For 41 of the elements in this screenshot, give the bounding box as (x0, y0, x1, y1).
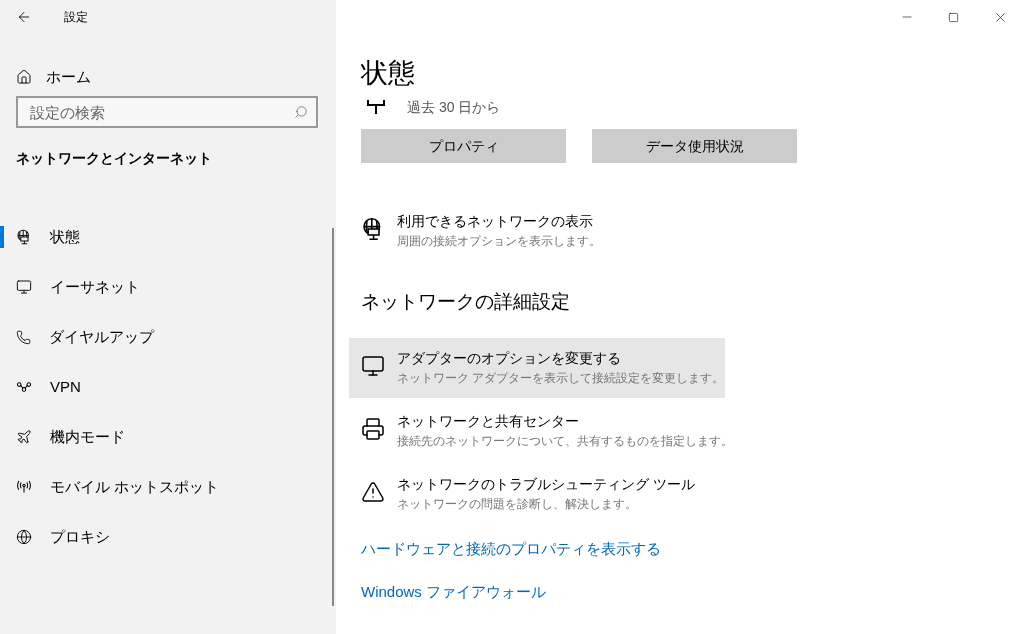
section-heading: ネットワークとインターネット (15, 149, 213, 168)
link[interactable]: ハードウェアと接続のプロパティを表示する (361, 537, 661, 560)
warning-icon (361, 479, 385, 504)
nav-item[interactable]: 状態 (0, 220, 336, 254)
settings-link-row[interactable]: ネットワークのトラブルシューティング ツール ネットワークの問題を診断し、解決します。 (349, 463, 725, 524)
settings-link-row[interactable]: アダプターのオプションを変更する ネットワーク アダプターを表示して接続設定を変更します。 (349, 337, 725, 398)
globe-monitor-icon (16, 229, 32, 245)
back-icon[interactable] (16, 9, 32, 25)
search-icon (294, 105, 308, 119)
nav-item[interactable]: プロキシ (0, 520, 336, 554)
link-title: アダプターのオプションを変更する (397, 348, 622, 368)
phone-icon (16, 329, 31, 345)
maximize-icon (948, 11, 959, 23)
nav-item[interactable]: VPN (0, 370, 336, 404)
printer-icon (361, 416, 385, 441)
link[interactable]: Windows ファイアウォール (361, 580, 547, 603)
nav-item[interactable]: イーサネット (0, 270, 336, 304)
antenna-icon (16, 479, 32, 495)
link-description: ネットワークの問題を診断し、解決します。 (397, 495, 638, 513)
page-title: 状態 (361, 57, 416, 90)
action-button[interactable]: プロパティ (361, 129, 566, 163)
link-description: ネットワーク アダプターを表示して接続設定を変更します。 (397, 369, 725, 387)
section-heading: ネットワークの詳細設定 (361, 290, 571, 314)
window-title: 設定 (64, 9, 88, 26)
link-title: 利用できるネットワークの表示 (397, 212, 594, 231)
usage-period: 過去 30 日から (407, 97, 501, 117)
settings-link-row[interactable]: 利用できるネットワークの表示 周囲の接続オプションを表示します。 (349, 201, 725, 261)
home-link[interactable]: ホーム (0, 62, 336, 92)
action-button[interactable]: データ使用状況 (592, 129, 797, 163)
nav-item[interactable]: 機内モード (0, 420, 336, 454)
globe-icon (16, 529, 32, 545)
link-title: ネットワークのトラブルシューティング ツール (397, 474, 695, 494)
home-icon (16, 69, 32, 85)
vpn-icon (16, 379, 32, 395)
airplane-icon (16, 429, 32, 445)
link-title: ネットワークと共有センター (397, 411, 580, 431)
link-description: 周囲の接続オプションを表示します。 (397, 233, 601, 250)
scrollbar[interactable] (332, 228, 334, 606)
nav-item[interactable]: モバイル ホットスポット (0, 470, 336, 504)
search-field[interactable]: 設定の検索 (16, 96, 318, 128)
nav-item[interactable]: ダイヤルアップ (0, 320, 336, 354)
